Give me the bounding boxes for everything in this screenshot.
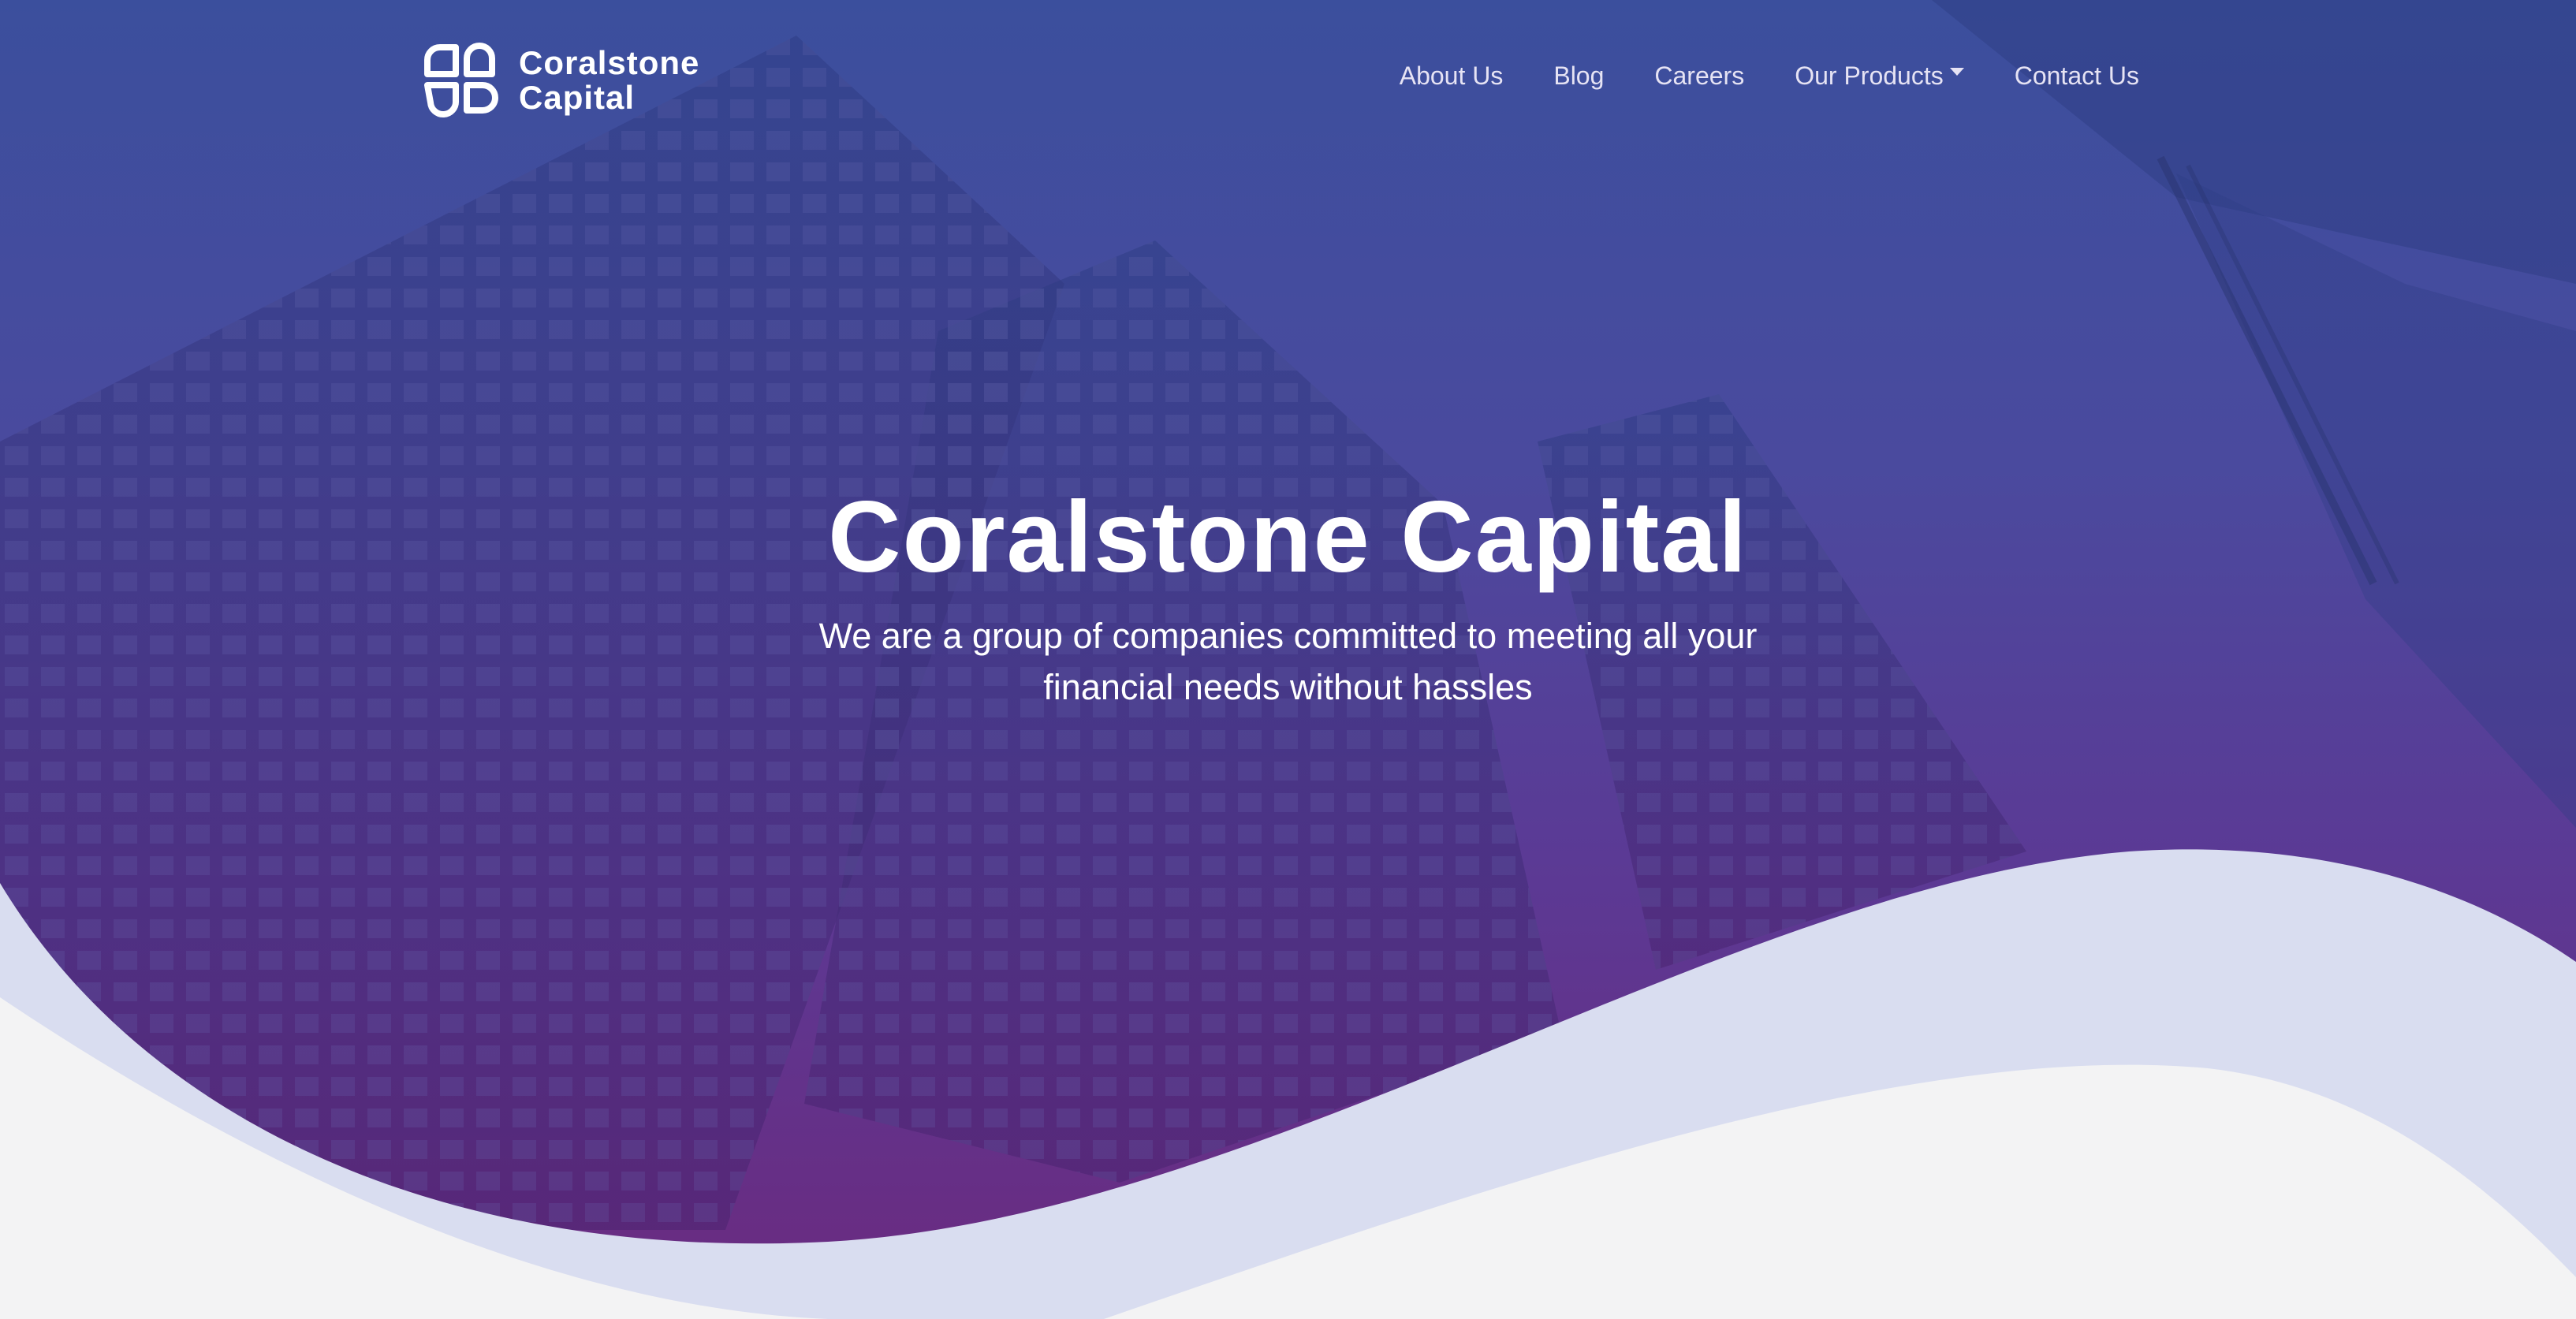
brand-name-line2: Capital	[519, 79, 636, 116]
hero-title: Coralstone Capital	[828, 481, 1748, 594]
top-navbar: Coralstone Capital About Us Blog Careers…	[0, 0, 2576, 158]
hero-subtitle: We are a group of companies committed to…	[818, 616, 1758, 707]
brand-name: Coralstone Capital	[519, 46, 699, 115]
nav-careers[interactable]: Careers	[1654, 61, 1744, 91]
clover-logo-icon	[424, 43, 498, 117]
hero-content: Coralstone Capital We are a group of com…	[0, 483, 2576, 713]
nav-blog-label: Blog	[1553, 61, 1605, 90]
nav-blog[interactable]: Blog	[1553, 61, 1604, 91]
nav-careers-label: Careers	[1654, 61, 1745, 90]
brand-logo[interactable]: Coralstone Capital	[421, 39, 699, 121]
nav-our-products-label: Our Products	[1795, 61, 1944, 90]
nav-contact-us-label: Contact Us	[2014, 61, 2139, 90]
hero-section: Coralstone Capital About Us Blog Careers…	[0, 0, 2576, 1319]
caret-down-icon	[1949, 67, 1964, 76]
nav-about-us-label: About Us	[1399, 61, 1504, 90]
nav-about-us[interactable]: About Us	[1400, 61, 1504, 91]
main-nav: About Us Blog Careers Our Products Conta…	[1400, 61, 2139, 91]
nav-our-products-dropdown[interactable]: Our Products	[1795, 61, 1964, 91]
brand-name-line1: Coralstone	[519, 44, 700, 81]
nav-contact-us[interactable]: Contact Us	[2015, 61, 2139, 91]
